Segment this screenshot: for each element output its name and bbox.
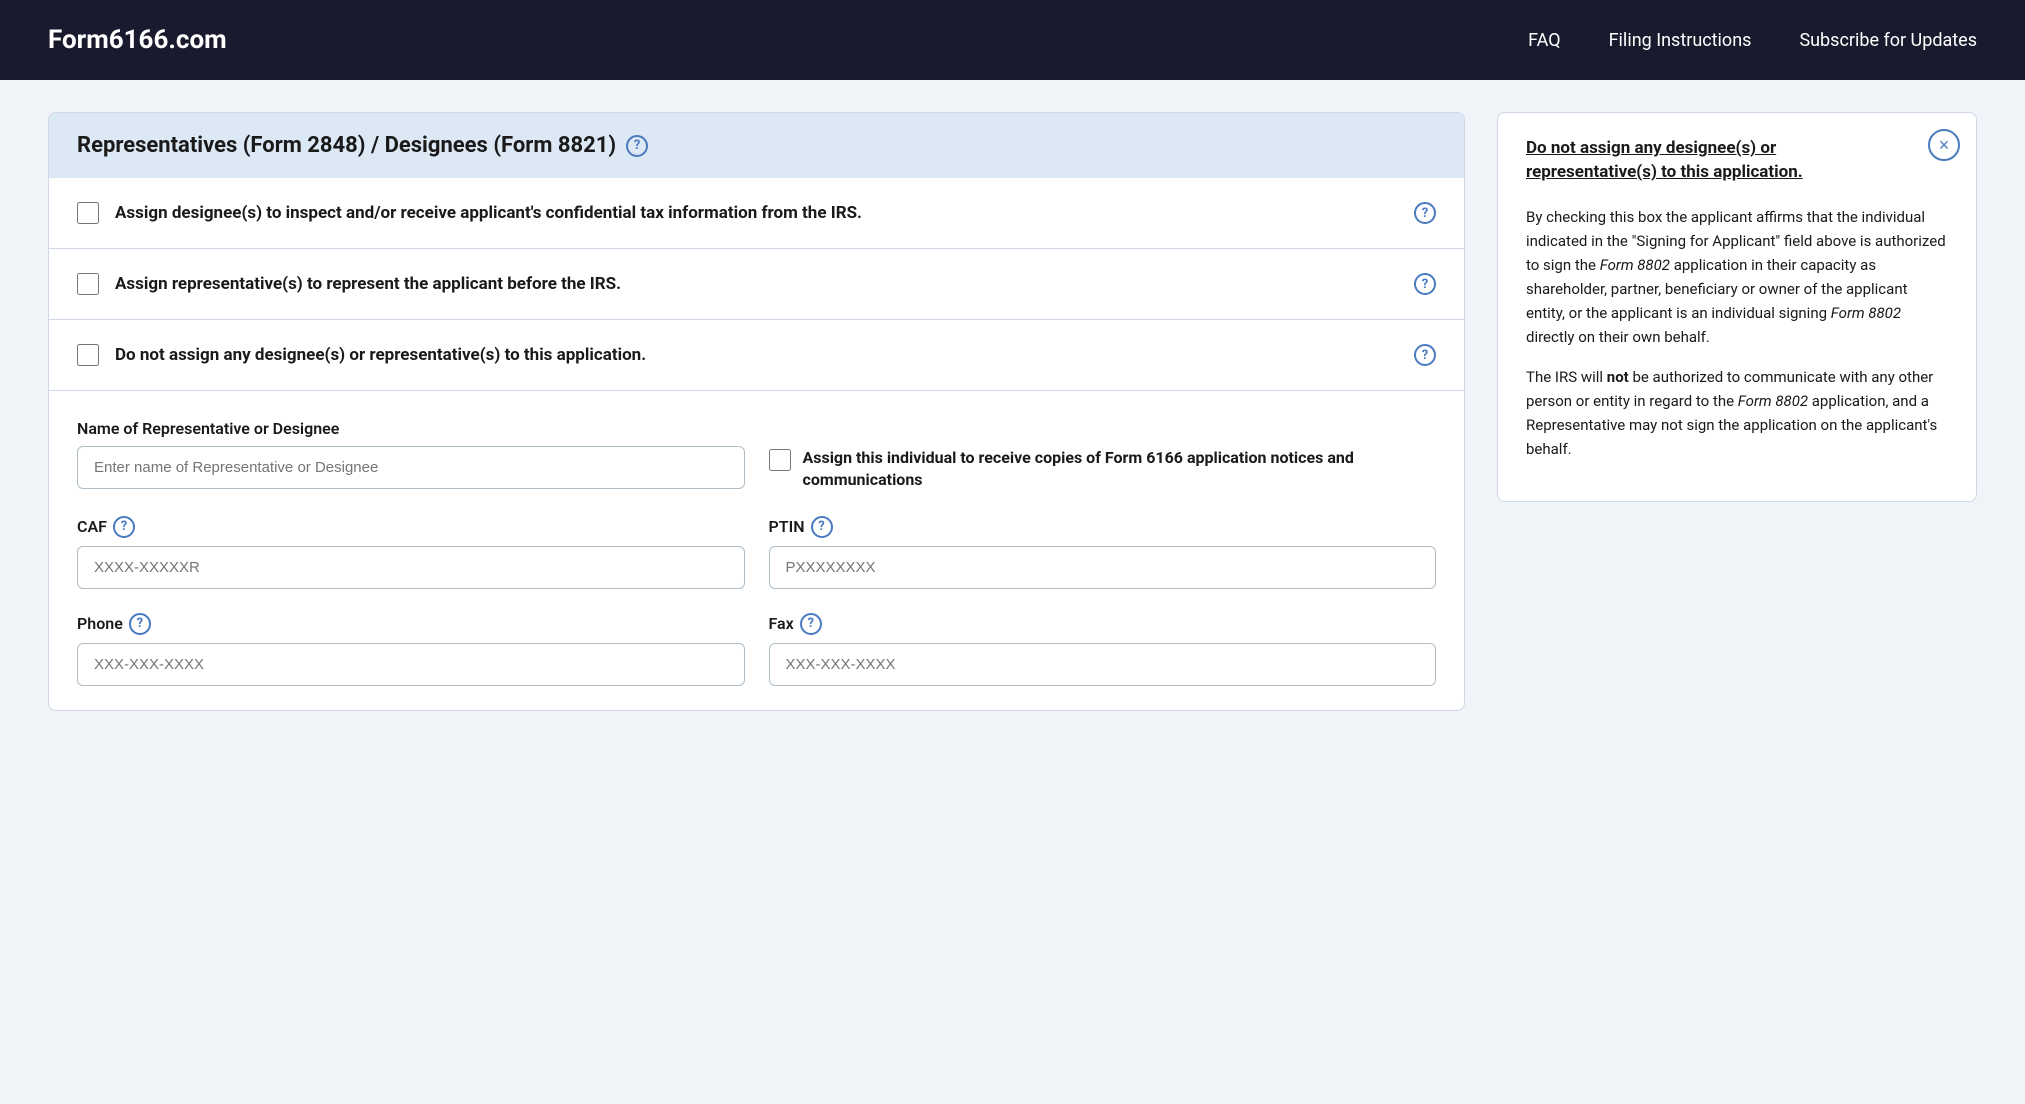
caf-ptin-row: CAF ? PTIN ? bbox=[77, 516, 1436, 589]
nav-faq[interactable]: FAQ bbox=[1528, 30, 1560, 51]
fax-label: Fax ? bbox=[769, 613, 1437, 635]
checkbox-row-3: Do not assign any designee(s) or represe… bbox=[49, 320, 1464, 391]
checkbox-row-2: Assign representative(s) to represent th… bbox=[49, 249, 1464, 320]
ptin-help-icon[interactable]: ? bbox=[811, 516, 833, 538]
no-assign-help-icon[interactable]: ? bbox=[1414, 344, 1436, 366]
tooltip-paragraph-2: The IRS will not be authorized to commun… bbox=[1526, 365, 1948, 461]
representative-checkbox[interactable] bbox=[77, 273, 99, 295]
designee-help-icon[interactable]: ? bbox=[1414, 202, 1436, 224]
tooltip-heading: Do not assign any designee(s) or represe… bbox=[1526, 137, 1948, 185]
assign-copies-label: Assign this individual to receive copies… bbox=[803, 447, 1437, 492]
fax-group: Fax ? bbox=[769, 613, 1437, 686]
no-assign-checkbox[interactable] bbox=[77, 344, 99, 366]
fax-help-icon[interactable]: ? bbox=[800, 613, 822, 635]
caf-help-icon[interactable]: ? bbox=[113, 516, 135, 538]
main-nav: FAQ Filing Instructions Subscribe for Up… bbox=[1528, 30, 1977, 51]
assign-copies-checkbox[interactable] bbox=[769, 449, 791, 471]
tooltip-paragraph-1: By checking this box the applicant affir… bbox=[1526, 205, 1948, 349]
rep-name-group: Name of Representative or Designee bbox=[77, 419, 745, 489]
ptin-group: PTIN ? bbox=[769, 516, 1437, 589]
rep-name-label: Name of Representative or Designee bbox=[77, 419, 745, 438]
section-title: Representatives (Form 2848) / Designees … bbox=[77, 133, 616, 158]
fax-input[interactable] bbox=[769, 643, 1437, 686]
phone-fax-row: Phone ? Fax ? bbox=[77, 613, 1436, 686]
phone-group: Phone ? bbox=[77, 613, 745, 686]
site-header: Form6166.com FAQ Filing Instructions Sub… bbox=[0, 0, 2025, 80]
section-header: Representatives (Form 2848) / Designees … bbox=[49, 113, 1464, 178]
page-body: Representatives (Form 2848) / Designees … bbox=[0, 80, 2025, 743]
no-assign-label: Do not assign any designee(s) or represe… bbox=[115, 345, 1398, 365]
section-help-icon[interactable]: ? bbox=[626, 135, 648, 157]
phone-help-icon[interactable]: ? bbox=[129, 613, 151, 635]
tooltip-panel: × Do not assign any designee(s) or repre… bbox=[1497, 112, 1977, 502]
phone-input[interactable] bbox=[77, 643, 745, 686]
tooltip-body: By checking this box the applicant affir… bbox=[1526, 205, 1948, 461]
representative-label: Assign representative(s) to represent th… bbox=[115, 274, 1398, 294]
form-fields-section: Name of Representative or Designee Assig… bbox=[49, 391, 1464, 686]
close-button[interactable]: × bbox=[1928, 129, 1960, 161]
ptin-input[interactable] bbox=[769, 546, 1437, 589]
site-logo: Form6166.com bbox=[48, 25, 227, 55]
rep-name-input[interactable] bbox=[77, 446, 745, 489]
caf-group: CAF ? bbox=[77, 516, 745, 589]
nav-filing-instructions[interactable]: Filing Instructions bbox=[1609, 30, 1752, 51]
caf-label: CAF ? bbox=[77, 516, 745, 538]
designee-label: Assign designee(s) to inspect and/or rec… bbox=[115, 203, 1398, 223]
checkbox-row-1: Assign designee(s) to inspect and/or rec… bbox=[49, 178, 1464, 249]
designee-checkbox[interactable] bbox=[77, 202, 99, 224]
representative-help-icon[interactable]: ? bbox=[1414, 273, 1436, 295]
main-form-panel: Representatives (Form 2848) / Designees … bbox=[48, 112, 1465, 711]
nav-subscribe[interactable]: Subscribe for Updates bbox=[1799, 30, 1977, 51]
assign-copies-group: Assign this individual to receive copies… bbox=[769, 419, 1437, 492]
name-assign-row: Name of Representative or Designee Assig… bbox=[77, 419, 1436, 492]
caf-input[interactable] bbox=[77, 546, 745, 589]
phone-label: Phone ? bbox=[77, 613, 745, 635]
ptin-label: PTIN ? bbox=[769, 516, 1437, 538]
